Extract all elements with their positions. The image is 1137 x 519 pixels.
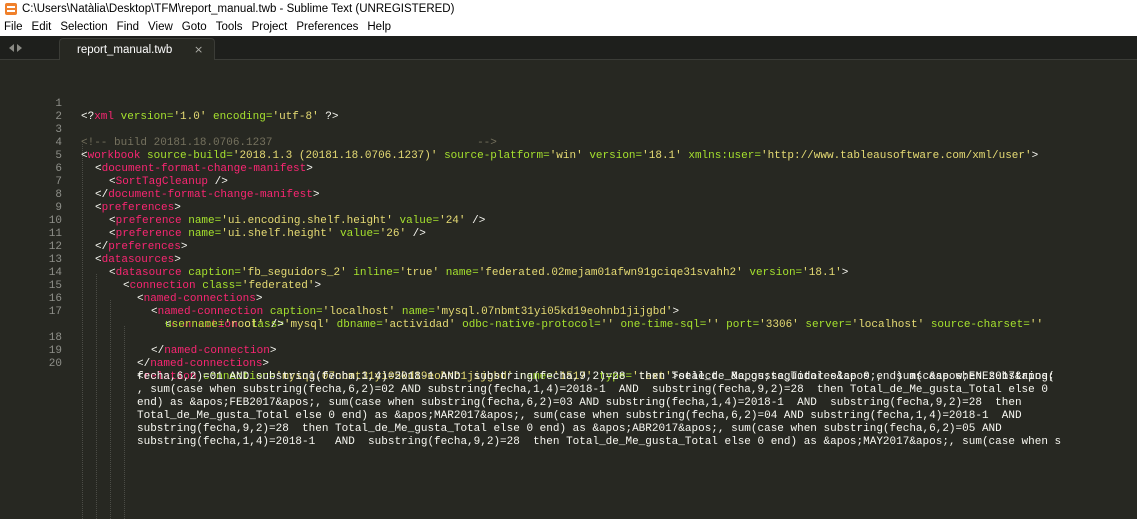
tab-bar: report_manual.twb ×	[0, 36, 1137, 60]
arrow-left-icon[interactable]	[9, 44, 14, 52]
title-bar: C:\Users\Natàlia\Desktop\TFM\report_manu…	[0, 0, 1137, 17]
code-line: 2	[0, 98, 1137, 123]
code-line: 19 </named-connections>	[0, 332, 1137, 370]
menu-selection[interactable]: Selection	[60, 21, 107, 33]
menu-file[interactable]: File	[4, 21, 23, 33]
close-icon[interactable]: ×	[194, 43, 203, 56]
code-line: 20 <relation connection='mysql.07nbmt31y…	[0, 345, 1137, 383]
code-line: 10 <preference name='ui.shelf.height' va…	[0, 202, 1137, 240]
code-line-wrap: substring(fecha,1,4)=2018-1 AND substrin…	[0, 423, 1137, 448]
code-line: 17 <connection class='mysql' dbname='act…	[0, 293, 1137, 331]
code-line-wrap: substring(fecha,9,2)=28 then Total_de_Me…	[0, 410, 1137, 435]
code-line: 13 <datasource caption='fb_seguidors_2' …	[0, 241, 1137, 279]
code-line: 9 <preference name='ui.encoding.shelf.he…	[0, 189, 1137, 227]
code-line-wrap: , sum(case when substring(fecha,6,2)=02 …	[0, 371, 1137, 396]
code-line: 6 <SortTagCleanup />	[0, 150, 1137, 188]
tab-report-manual[interactable]: report_manual.twb ×	[59, 38, 215, 60]
code-line: 14 <connection class='federated'>	[0, 254, 1137, 292]
code-line: 16 <named-connection caption='localhost'…	[0, 280, 1137, 318]
code-line: 15 <named-connections>	[0, 267, 1137, 305]
code-text: substring(fecha,1,4)=2018-1 AND substrin…	[137, 436, 1062, 448]
menu-bar: File Edit Selection Find View Goto Tools…	[0, 17, 1137, 36]
code-line-wrap: fecha,6,2)=01 AND substring(fecha,1,4)=2…	[0, 358, 1137, 383]
code-line: 8 <preferences>	[0, 176, 1137, 214]
tab-label: report_manual.twb	[77, 43, 173, 56]
code-line: 7 </document-format-change-manifest>	[0, 163, 1137, 201]
menu-edit[interactable]: Edit	[32, 21, 52, 33]
menu-find[interactable]: Find	[117, 21, 139, 33]
sublime-logo-icon	[5, 2, 17, 15]
code-line-wrap: end) as &apos;FEB2017&apos;, sum(case wh…	[0, 384, 1137, 409]
code-line: 1 <?xml version='1.0' encoding='utf-8' ?…	[0, 85, 1137, 123]
code-line: 3 <!-- build 20181.18.0706.1237 -->	[0, 111, 1137, 149]
code-line-wrap: Total_de_Me_gusta_Total else 0 end) as &…	[0, 397, 1137, 422]
arrow-right-icon[interactable]	[17, 44, 22, 52]
code-line: 18 </named-connection>	[0, 319, 1137, 357]
code-editor[interactable]: 1 <?xml version='1.0' encoding='utf-8' ?…	[0, 60, 1137, 519]
code-line: 12 <datasources>	[0, 228, 1137, 266]
code-line: 11 </preferences>	[0, 215, 1137, 253]
window-title: C:\Users\Natàlia\Desktop\TFM\report_manu…	[22, 2, 455, 15]
code-line: 4 <workbook source-build='2018.1.3 (2018…	[0, 124, 1137, 162]
menu-project[interactable]: Project	[252, 21, 288, 33]
code-line-wrap: username='root' />	[0, 306, 1137, 331]
code-line: 5 <document-format-change-manifest>	[0, 137, 1137, 175]
menu-preferences[interactable]: Preferences	[296, 21, 358, 33]
menu-view[interactable]: View	[148, 21, 173, 33]
menu-goto[interactable]: Goto	[182, 21, 207, 33]
menu-tools[interactable]: Tools	[216, 21, 243, 33]
menu-help[interactable]: Help	[367, 21, 391, 33]
tab-navigation[interactable]	[9, 42, 39, 54]
